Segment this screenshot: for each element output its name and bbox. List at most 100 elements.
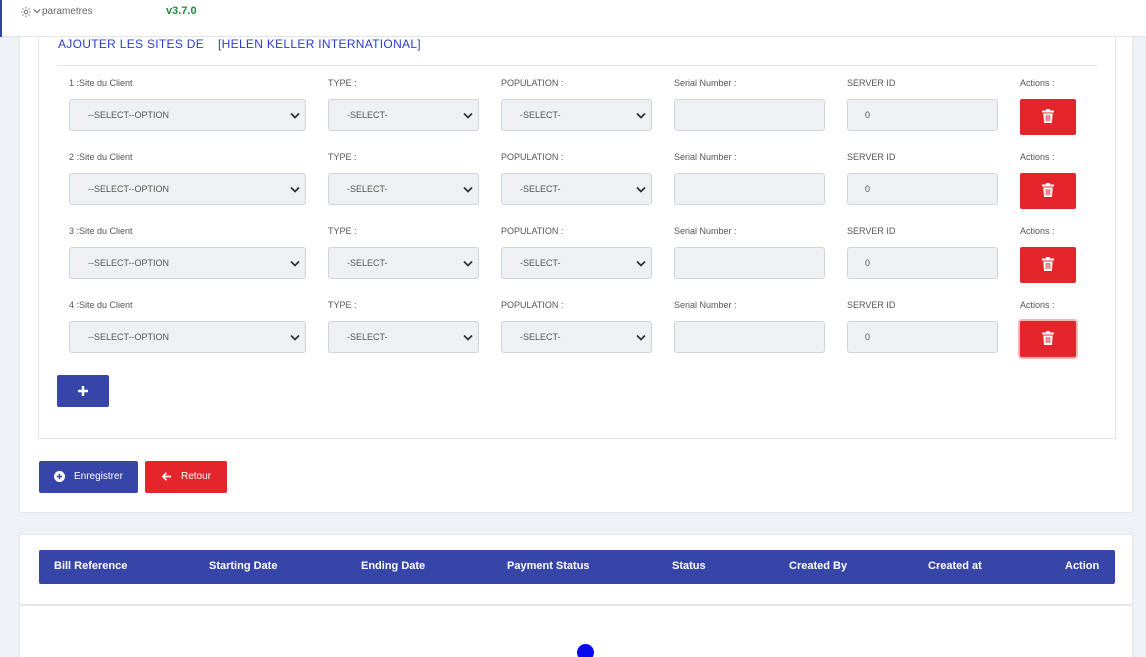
population-select[interactable]: -SELECT-: [501, 247, 652, 279]
type-label: TYPE :: [328, 226, 357, 236]
gear-icon[interactable]: [20, 6, 32, 18]
table-separator: [20, 604, 1132, 606]
site-select[interactable]: --SELECT--OPTION: [69, 173, 306, 205]
form-title-text: AJOUTER LES SITES DE: [58, 37, 205, 51]
server-id-input[interactable]: 0: [847, 247, 998, 279]
serial-number-input[interactable]: [674, 247, 825, 279]
back-button[interactable]: Retour: [145, 461, 227, 493]
population-label: POPULATION :: [501, 226, 564, 236]
population-label: POPULATION :: [501, 78, 564, 88]
delete-row-button[interactable]: [1020, 321, 1076, 357]
population-select[interactable]: -SELECT-: [501, 173, 652, 205]
type-select-value: -SELECT-: [347, 258, 388, 268]
site-label: 4 :Site du Client: [69, 300, 133, 310]
server-id-input[interactable]: 0: [847, 99, 998, 131]
chevron-down-icon: [636, 112, 646, 119]
population-select[interactable]: -SELECT-: [501, 99, 652, 131]
type-select-value: -SELECT-: [347, 110, 388, 120]
population-select-value: -SELECT-: [520, 110, 561, 120]
serial-number-label: Serial Number :: [674, 300, 737, 310]
chevron-down-icon: [636, 334, 646, 341]
type-label: TYPE :: [328, 300, 357, 310]
type-label: TYPE :: [328, 78, 357, 88]
chevron-down-icon: [463, 334, 473, 341]
server-id-value: 0: [865, 184, 871, 194]
col-created-by[interactable]: Created By: [789, 560, 847, 572]
population-select-value: -SELECT-: [520, 332, 561, 342]
site-label: 1 :Site du Client: [69, 78, 133, 88]
save-button-label: Enregistrer: [74, 471, 123, 482]
trash-icon: [1042, 331, 1054, 345]
type-select-value: -SELECT-: [347, 184, 388, 194]
chevron-down-icon: [463, 186, 473, 193]
site-select-value: --SELECT--OPTION: [88, 110, 170, 120]
population-select[interactable]: -SELECT-: [501, 321, 652, 353]
serial-number-input[interactable]: [674, 99, 825, 131]
actions-label: Actions :: [1020, 300, 1055, 310]
chevron-down-icon: [290, 334, 300, 341]
trash-icon: [1042, 109, 1054, 123]
population-select-value: -SELECT-: [520, 258, 561, 268]
server-id-label: SERVER ID: [847, 152, 896, 162]
type-select[interactable]: -SELECT-: [328, 247, 479, 279]
actions-label: Actions :: [1020, 78, 1055, 88]
save-button[interactable]: Enregistrer: [39, 461, 138, 493]
trash-icon: [1042, 183, 1054, 197]
site-select[interactable]: --SELECT--OPTION: [69, 321, 306, 353]
version-label: v3.7.0: [166, 5, 197, 17]
col-action[interactable]: Action: [1065, 560, 1099, 572]
serial-number-input[interactable]: [674, 321, 825, 353]
col-payment-status[interactable]: Payment Status: [507, 560, 590, 572]
site-select[interactable]: --SELECT--OPTION: [69, 99, 306, 131]
site-select-value: --SELECT--OPTION: [88, 184, 170, 194]
sites-form-panel: [38, 37, 1116, 439]
serial-number-label: Serial Number :: [674, 78, 737, 88]
chevron-down-icon: [290, 260, 300, 267]
bills-table-header: Bill Reference Starting Date Ending Date…: [39, 550, 1115, 584]
plus-icon: [78, 386, 88, 396]
chevron-down-icon: [463, 260, 473, 267]
sidebar-edge: [0, 0, 2, 37]
type-select[interactable]: -SELECT-: [328, 99, 479, 131]
type-select[interactable]: -SELECT-: [328, 321, 479, 353]
actions-label: Actions :: [1020, 152, 1055, 162]
site-select-value: --SELECT--OPTION: [88, 332, 170, 342]
server-id-label: SERVER ID: [847, 300, 896, 310]
population-label: POPULATION :: [501, 300, 564, 310]
site-label: 2 :Site du Client: [69, 152, 133, 162]
settings-menu-label[interactable]: parametres: [42, 6, 93, 17]
trash-icon: [1042, 257, 1054, 271]
server-id-value: 0: [865, 110, 871, 120]
col-ending-date[interactable]: Ending Date: [361, 560, 425, 572]
population-label: POPULATION :: [501, 152, 564, 162]
col-bill-reference[interactable]: Bill Reference: [54, 560, 127, 572]
delete-row-button[interactable]: [1020, 173, 1076, 209]
top-bar: parametres v3.7.0: [0, 0, 1146, 37]
site-select-value: --SELECT--OPTION: [88, 258, 170, 268]
server-id-value: 0: [865, 258, 871, 268]
serial-number-label: Serial Number :: [674, 152, 737, 162]
type-label: TYPE :: [328, 152, 357, 162]
server-id-input[interactable]: 0: [847, 173, 998, 205]
col-starting-date[interactable]: Starting Date: [209, 560, 277, 572]
population-select-value: -SELECT-: [520, 184, 561, 194]
form-title: AJOUTER LES SITES DE [HELEN KELLER INTERN…: [58, 37, 421, 51]
back-button-label: Retour: [181, 471, 212, 482]
add-row-button[interactable]: [57, 375, 109, 407]
delete-row-button[interactable]: [1020, 247, 1076, 283]
delete-row-button[interactable]: [1020, 99, 1076, 135]
loading-dot: [577, 644, 594, 657]
chevron-down-icon: [636, 260, 646, 267]
site-select[interactable]: --SELECT--OPTION: [69, 247, 306, 279]
col-status[interactable]: Status: [672, 560, 706, 572]
chevron-down-icon: [463, 112, 473, 119]
chevron-down-icon: [636, 186, 646, 193]
type-select[interactable]: -SELECT-: [328, 173, 479, 205]
col-created-at[interactable]: Created at: [928, 560, 982, 572]
form-divider: [57, 65, 1097, 66]
server-id-value: 0: [865, 332, 871, 342]
serial-number-label: Serial Number :: [674, 226, 737, 236]
server-id-input[interactable]: 0: [847, 321, 998, 353]
serial-number-input[interactable]: [674, 173, 825, 205]
chevron-down-icon[interactable]: [33, 7, 41, 15]
